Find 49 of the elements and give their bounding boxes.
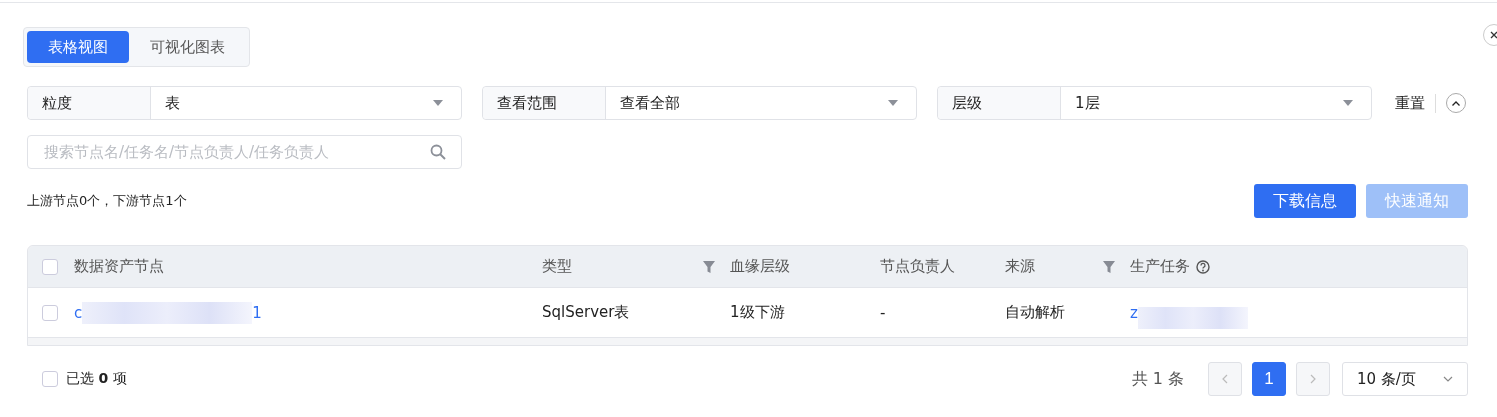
chevron-down-icon: [1443, 376, 1453, 382]
view-tab[interactable]: 可视化图表: [129, 31, 246, 63]
checkbox[interactable]: [42, 258, 58, 275]
view-tab[interactable]: 表格视图: [27, 31, 129, 63]
filter-label: 查看范围: [483, 87, 606, 119]
filter-icon[interactable]: [702, 259, 716, 274]
total-count: 共 1 条: [1131, 368, 1184, 390]
link-text[interactable]: z: [1130, 303, 1138, 322]
column-header: 生产任务: [1130, 257, 1190, 276]
column-header: 血缘层级: [730, 257, 790, 276]
checkbox[interactable]: [42, 304, 58, 321]
checkbox[interactable]: [42, 371, 58, 387]
collapse-button[interactable]: [1446, 93, 1466, 113]
chevron-up-icon: [1452, 100, 1460, 106]
column-header: 类型: [542, 257, 572, 276]
column-header: 数据资产节点: [74, 257, 164, 276]
select-value: 表: [165, 93, 180, 113]
filter-select[interactable]: 层级 1层: [937, 86, 1372, 120]
table-cell: 自动解析: [1005, 303, 1065, 322]
filter-icon[interactable]: [1102, 259, 1116, 274]
link-text[interactable]: c: [74, 303, 83, 322]
select-value: 查看全部: [620, 93, 680, 113]
help-icon[interactable]: [1196, 259, 1210, 274]
select-value: 1层: [1075, 93, 1100, 113]
column-header: 来源: [1005, 257, 1035, 276]
filter-select[interactable]: 查看范围 查看全部: [482, 86, 917, 120]
table-cell: -: [880, 303, 886, 322]
download-button[interactable]: 下载信息: [1254, 184, 1356, 218]
page-button[interactable]: 1: [1252, 362, 1286, 396]
caret-icon: [433, 100, 443, 106]
select-value: 10 条/页: [1357, 369, 1416, 389]
selected-count: 已选 0 项: [66, 370, 127, 388]
caret-icon: [888, 100, 898, 106]
caret-icon: [1343, 100, 1353, 106]
search-icon[interactable]: [430, 144, 446, 160]
column-header: 节点负责人: [880, 257, 955, 276]
page-size-select[interactable]: 10 条/页: [1342, 362, 1468, 396]
chevron-right-icon: [1310, 374, 1316, 384]
summary-text: 上游节点0个，下游节点1个: [27, 192, 187, 210]
table-cell: 1级下游: [730, 303, 785, 322]
filter-label: 层级: [938, 87, 1061, 119]
chevron-left-icon: [1222, 374, 1228, 384]
table-cell: SqlServer表: [542, 303, 630, 322]
link-text[interactable]: 1: [252, 303, 262, 322]
filter-select[interactable]: 粒度 表: [27, 86, 462, 120]
close-icon: [1490, 31, 1497, 39]
search-field[interactable]: 搜索节点名/任务名/节点负责人/任务负责人: [27, 135, 462, 169]
filter-label: 粒度: [28, 87, 151, 119]
reset-link[interactable]: 重置: [1395, 93, 1436, 113]
